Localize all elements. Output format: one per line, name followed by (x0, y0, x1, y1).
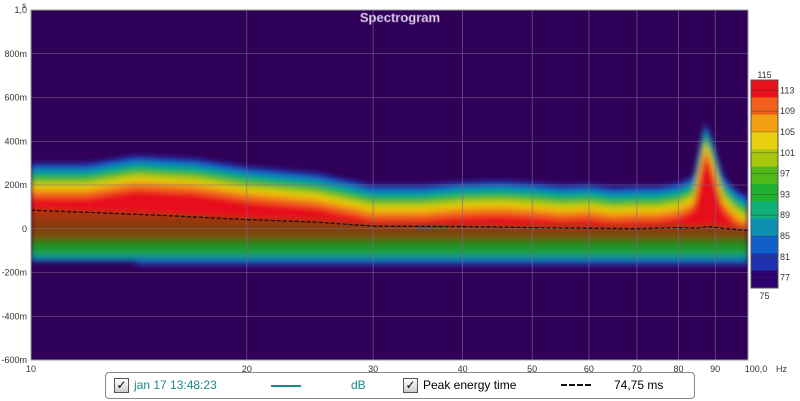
colorbar-min-label: 75 (759, 291, 769, 301)
colorbar-segment (751, 80, 778, 98)
y-tick-label: 600m (4, 93, 27, 103)
colorbar-segment (751, 201, 778, 220)
colorbar-segment (751, 236, 778, 254)
colorbar-tick-label: 89 (780, 210, 790, 220)
colorbar-tick-label: 81 (780, 252, 790, 262)
colorbar-tick-label: 93 (780, 189, 790, 199)
x-tick-label: 100,0 (745, 364, 768, 374)
colorbar-segment (751, 253, 778, 272)
colorbar-segment (751, 166, 778, 185)
colorbar-tick-label: 113 (780, 85, 794, 95)
colorbar-segment (751, 149, 778, 168)
series1-label: jan 17 13:48:23 (134, 378, 217, 392)
chart-title: Spectrogram (360, 10, 440, 25)
colorbar-segment (751, 97, 778, 116)
series2-label: Peak energy time (423, 378, 517, 392)
colorbar-segment (751, 184, 778, 202)
series2-value: 74,75 ms (614, 378, 664, 392)
colorbar-tick-label: 109 (780, 106, 795, 116)
y-tick-label: 800m (4, 49, 27, 59)
x-tick-label: 90 (710, 364, 720, 374)
colorbar: 113 109 105 101 97 93 89 85 81 77 115 75 (750, 70, 795, 301)
colorbar-max-label: 115 (757, 70, 771, 80)
series1-line-swatch (271, 385, 301, 387)
series1-unit: dB (351, 378, 366, 392)
y-tick-label: -200m (1, 268, 27, 278)
y-tick-label: -400m (1, 311, 27, 321)
series2-line-swatch (561, 384, 591, 386)
colorbar-tick-label: 101 (780, 148, 795, 158)
legend: ✓ jan 17 13:48:23 dB ✓ Peak energy time … (105, 372, 695, 399)
y-unit-label: s (22, 1, 26, 10)
colorbar-tick-label: 105 (780, 127, 795, 137)
colorbar-segment (751, 218, 778, 237)
colorbar-segment (751, 132, 778, 150)
colorbar-segment (751, 270, 778, 289)
colorbar-segment (751, 114, 778, 133)
y-tick-label: 400m (4, 136, 27, 146)
x-unit-label: Hz (776, 364, 787, 374)
colorbar-tick-label: 97 (780, 169, 790, 179)
spectrogram-chart: 10 20 30 40 50 60 70 80 90 100,01,0800m600m400m20… (1, 1, 795, 374)
series1-checkbox[interactable]: ✓ (114, 378, 129, 393)
x-tick-label: 10 (26, 364, 36, 374)
colorbar-tick-label: 85 (780, 231, 790, 241)
y-tick-label: -600m (1, 355, 27, 365)
colorbar-tick-label: 77 (780, 273, 790, 283)
series2-checkbox[interactable]: ✓ (403, 378, 418, 393)
y-tick-label: 0 (22, 224, 27, 234)
y-tick-label: 200m (4, 180, 27, 190)
